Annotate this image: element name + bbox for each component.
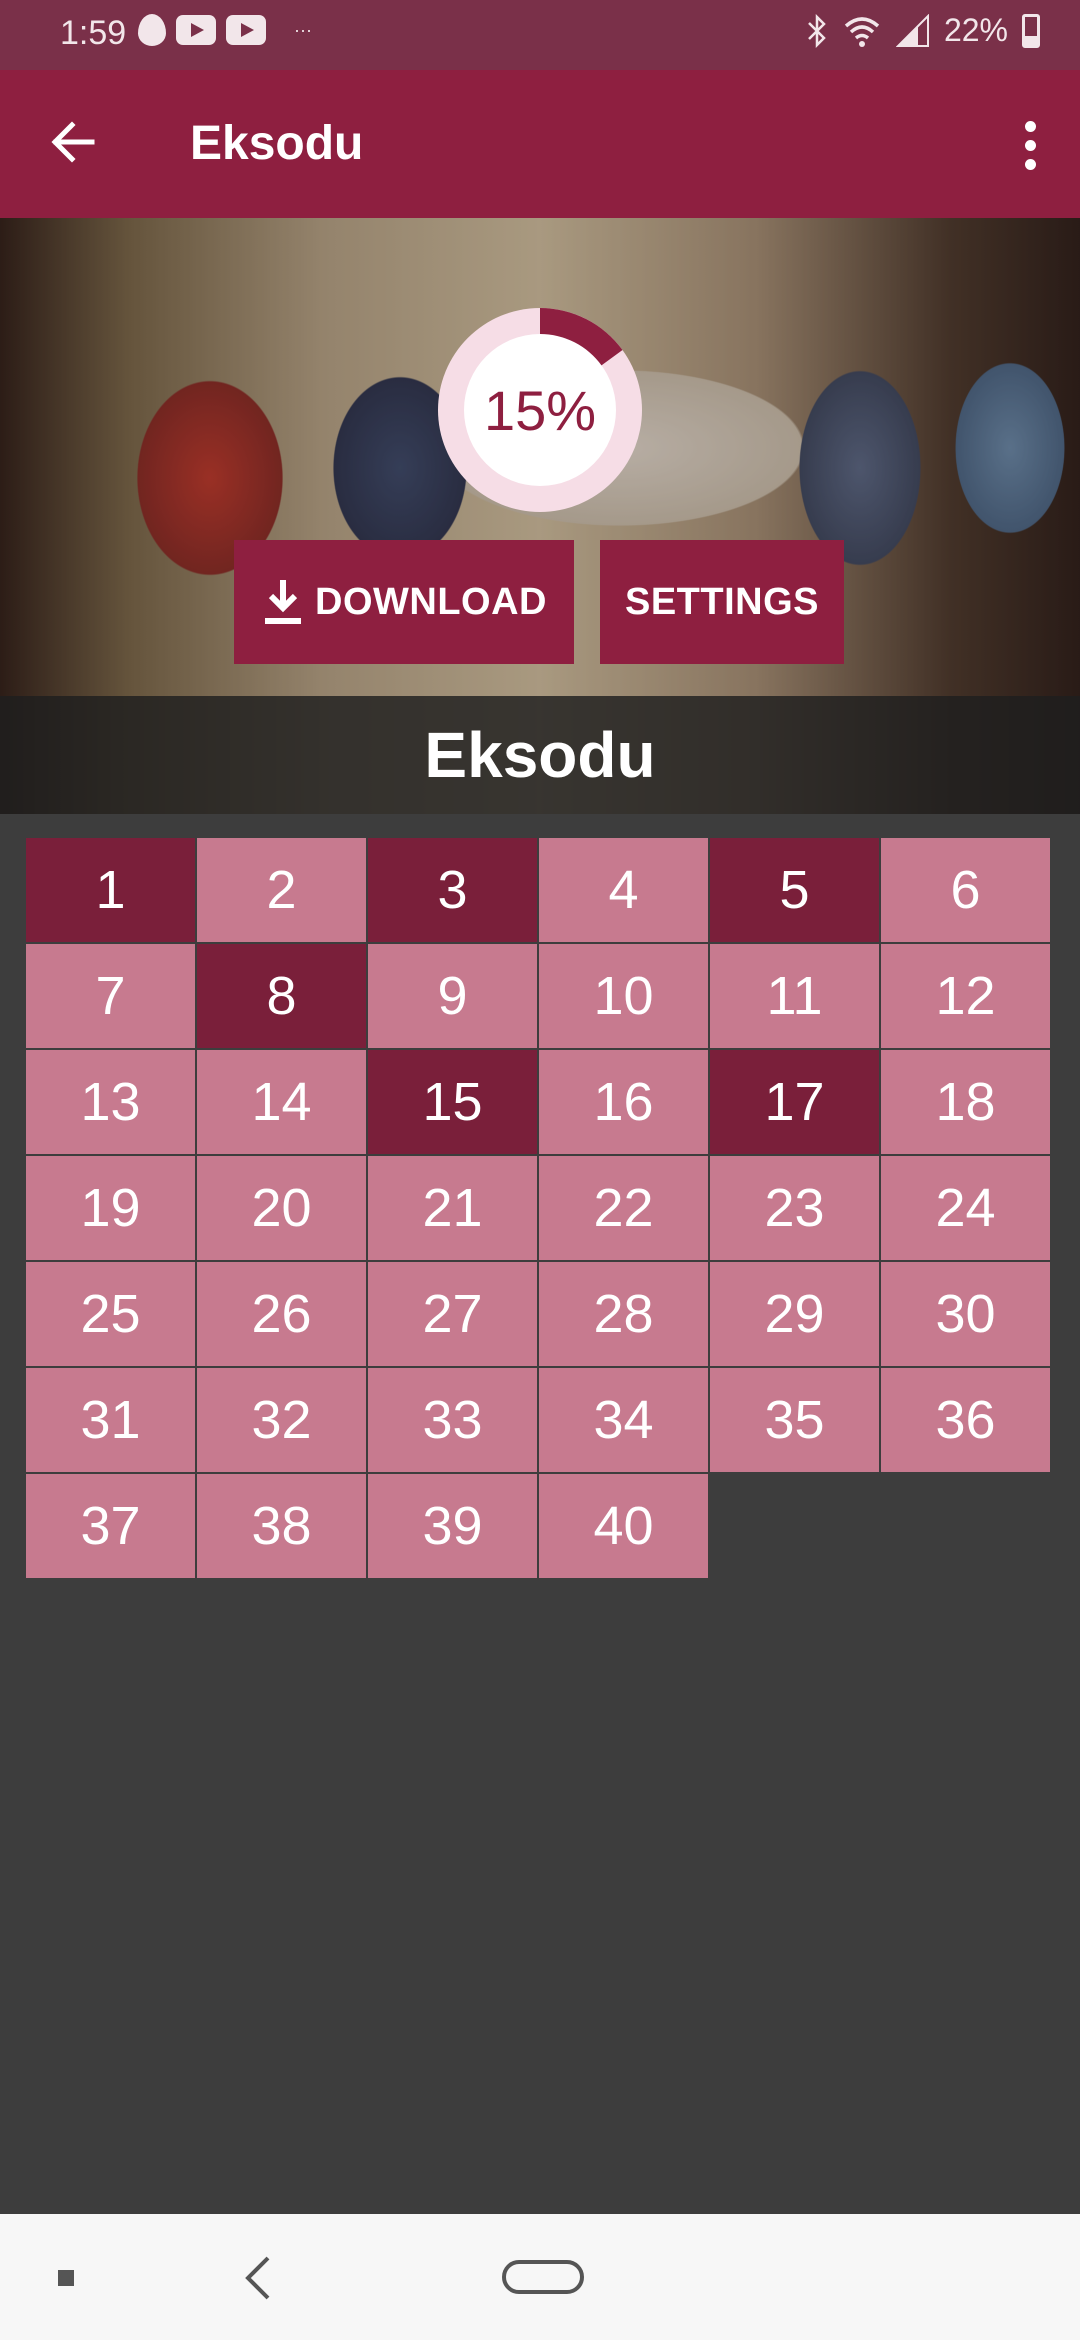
- overflow-menu-button[interactable]: [1010, 112, 1050, 178]
- chapter-cell[interactable]: 19: [26, 1156, 195, 1260]
- chapter-cell[interactable]: 23: [710, 1156, 879, 1260]
- notification-icons: ···: [138, 14, 312, 46]
- status-time: 1:59: [60, 14, 127, 52]
- chapter-cell[interactable]: 14: [197, 1050, 366, 1154]
- chapter-cell[interactable]: 17: [710, 1050, 879, 1154]
- chapter-grid: 1 2 3 4 5 6 7 8 9 10 11 12 13 14 15 16 17 18 19 20 21 22 23 24 2…: [26, 838, 1054, 1578]
- chapter-cell[interactable]: 13: [26, 1050, 195, 1154]
- chapter-cell[interactable]: 36: [881, 1368, 1050, 1472]
- chapter-cell[interactable]: 28: [539, 1262, 708, 1366]
- chapter-cell[interactable]: 16: [539, 1050, 708, 1154]
- chapter-cell[interactable]: 40: [539, 1474, 708, 1578]
- chapter-cell[interactable]: 3: [368, 838, 537, 942]
- recent-apps-button[interactable]: [58, 2270, 74, 2286]
- book-hero: 15% DOWNLOAD SETTINGS Eksodu: [0, 218, 1080, 814]
- chapter-cell[interactable]: 1: [26, 838, 195, 942]
- more-vertical-icon: [1024, 120, 1036, 132]
- chapter-cell[interactable]: 18: [881, 1050, 1050, 1154]
- settings-label: SETTINGS: [624, 580, 820, 623]
- nav-back-button[interactable]: [238, 2254, 278, 2302]
- back-button[interactable]: [44, 112, 104, 172]
- chapter-cell[interactable]: 10: [539, 944, 708, 1048]
- chapter-cell[interactable]: 6: [881, 838, 1050, 942]
- chapter-cell[interactable]: 11: [710, 944, 879, 1048]
- settings-button[interactable]: SETTINGS: [600, 540, 844, 664]
- status-bar: 1:59 ··· 22%: [0, 0, 1080, 70]
- chapter-cell[interactable]: 2: [197, 838, 366, 942]
- chapter-cell[interactable]: 29: [710, 1262, 879, 1366]
- app-bar: Eksodu: [0, 70, 1080, 218]
- chapter-cell[interactable]: 24: [881, 1156, 1050, 1260]
- chapter-cell[interactable]: 33: [368, 1368, 537, 1472]
- more-notifications-icon: ···: [294, 19, 312, 40]
- chapter-cell[interactable]: 15: [368, 1050, 537, 1154]
- download-button[interactable]: DOWNLOAD: [234, 540, 574, 664]
- download-label: DOWNLOAD: [315, 580, 547, 623]
- chapter-cell[interactable]: 25: [26, 1262, 195, 1366]
- arrow-back-icon: [51, 121, 95, 163]
- page-title: Eksodu: [190, 117, 364, 170]
- book-title: Eksodu: [424, 719, 656, 791]
- system-icons: 22%: [806, 12, 1040, 49]
- chapter-cell[interactable]: 39: [368, 1474, 537, 1578]
- chapter-cell[interactable]: 32: [197, 1368, 366, 1472]
- chapter-cell[interactable]: 34: [539, 1368, 708, 1472]
- chapter-cell[interactable]: 22: [539, 1156, 708, 1260]
- book-title-bar: Eksodu: [0, 696, 1080, 814]
- chapter-cell[interactable]: 35: [710, 1368, 879, 1472]
- chapter-cell[interactable]: 27: [368, 1262, 537, 1366]
- battery-icon: [1022, 13, 1040, 48]
- signal-icon: [895, 13, 929, 47]
- chapter-cell[interactable]: 5: [710, 838, 879, 942]
- chapter-cell[interactable]: 37: [26, 1474, 195, 1578]
- battery-percentage: 22%: [943, 12, 1008, 48]
- chapter-cell[interactable]: 38: [197, 1474, 366, 1578]
- chapter-cell[interactable]: 12: [881, 944, 1050, 1048]
- download-icon: [265, 580, 302, 624]
- flame-icon: [138, 14, 166, 46]
- progress-percentage: 15%: [483, 378, 597, 442]
- system-nav-bar: [0, 2214, 1080, 2340]
- youtube-icon: [176, 15, 216, 45]
- chapter-cell[interactable]: 21: [368, 1156, 537, 1260]
- chapter-cell[interactable]: 30: [881, 1262, 1050, 1366]
- bluetooth-icon: [808, 13, 826, 48]
- chapter-cell[interactable]: 26: [197, 1262, 366, 1366]
- home-button[interactable]: [502, 2260, 584, 2294]
- wifi-icon: [844, 16, 880, 47]
- chapter-cell[interactable]: 31: [26, 1368, 195, 1472]
- chapter-cell[interactable]: 20: [197, 1156, 366, 1260]
- chapter-cell[interactable]: 8: [197, 944, 366, 1048]
- chapter-cell[interactable]: 4: [539, 838, 708, 942]
- chapter-cell[interactable]: 9: [368, 944, 537, 1048]
- chapter-cell[interactable]: 7: [26, 944, 195, 1048]
- youtube-icon: [226, 15, 266, 45]
